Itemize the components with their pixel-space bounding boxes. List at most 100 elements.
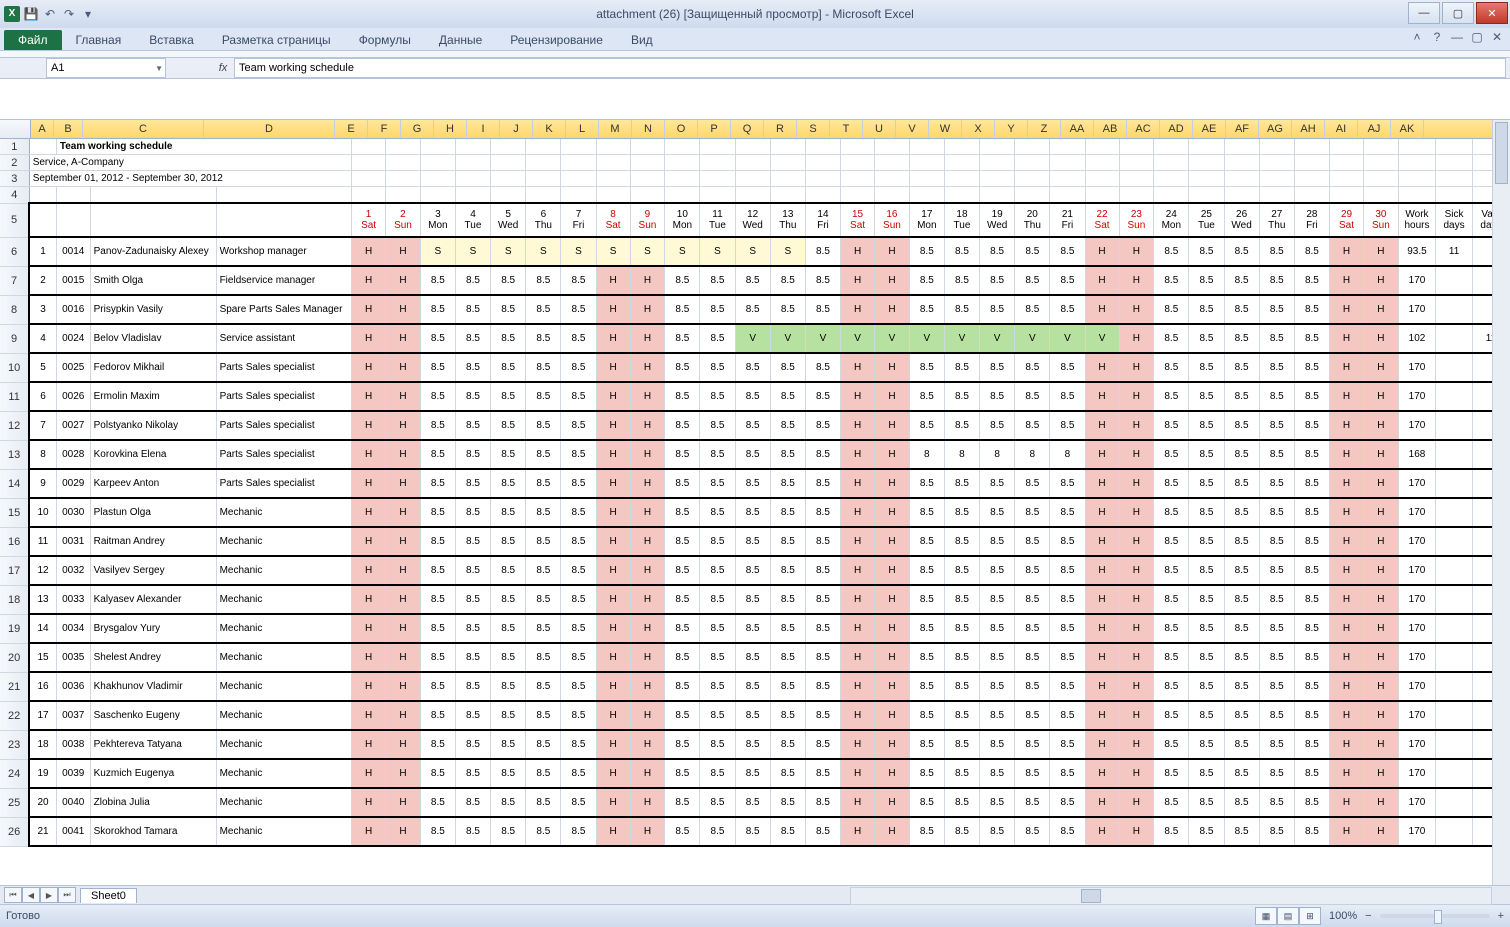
day-cell[interactable]: H <box>1364 643 1399 672</box>
day-cell[interactable]: 8.5 <box>420 440 455 469</box>
day-cell[interactable]: H <box>630 266 665 295</box>
day-cell[interactable]: 8 <box>1015 440 1050 469</box>
day-cell[interactable]: 8.5 <box>805 527 840 556</box>
day-cell[interactable]: 8.5 <box>420 324 455 353</box>
day-cell[interactable]: H <box>1329 585 1363 614</box>
day-cell[interactable]: 8.5 <box>980 585 1015 614</box>
day-cell[interactable]: 8.5 <box>1259 440 1294 469</box>
day-cell[interactable]: 8.5 <box>944 788 979 817</box>
day-cell[interactable]: H <box>841 527 875 556</box>
day-cell[interactable]: 8.5 <box>1294 614 1329 643</box>
day-cell[interactable]: H <box>841 788 875 817</box>
day-cell[interactable]: 8 <box>909 440 944 469</box>
day-cell[interactable]: 8.5 <box>420 411 455 440</box>
day-cell[interactable]: 8.5 <box>1294 527 1329 556</box>
day-cell[interactable]: 8.5 <box>1015 759 1050 788</box>
cell[interactable] <box>596 187 630 204</box>
cell[interactable] <box>420 187 455 204</box>
day-cell[interactable]: H <box>875 382 910 411</box>
day-cell[interactable]: H <box>386 585 421 614</box>
day-header[interactable]: 16Sun <box>875 203 910 237</box>
day-cell[interactable]: H <box>875 498 910 527</box>
emp-role[interactable]: Service assistant <box>216 324 351 353</box>
col-header[interactable]: G <box>401 120 434 138</box>
day-cell[interactable]: 8.5 <box>944 585 979 614</box>
emp-role[interactable]: Mechanic <box>216 788 351 817</box>
day-cell[interactable]: H <box>352 295 386 324</box>
tab-nav-last-icon[interactable]: ⏭ <box>58 887 76 903</box>
day-cell[interactable]: H <box>596 469 630 498</box>
col-header[interactable]: Z <box>1028 120 1061 138</box>
day-cell[interactable]: S <box>665 237 700 266</box>
day-cell[interactable]: H <box>386 614 421 643</box>
day-cell[interactable]: 8.5 <box>1259 324 1294 353</box>
emp-name[interactable]: Saschenko Eugeny <box>90 701 216 730</box>
cell[interactable] <box>1259 187 1294 204</box>
day-cell[interactable]: 8.5 <box>561 556 596 585</box>
day-cell[interactable]: H <box>1364 295 1399 324</box>
day-cell[interactable]: H <box>386 788 421 817</box>
cell[interactable] <box>841 187 875 204</box>
sick-days[interactable] <box>1436 701 1473 730</box>
cell[interactable] <box>700 155 735 171</box>
day-cell[interactable]: 8.5 <box>770 353 805 382</box>
cell[interactable] <box>455 187 490 204</box>
day-cell[interactable]: H <box>1085 643 1119 672</box>
cell[interactable] <box>1259 171 1294 187</box>
cell[interactable] <box>665 187 700 204</box>
day-cell[interactable]: 8.5 <box>770 469 805 498</box>
day-cell[interactable]: H <box>1085 730 1119 759</box>
day-header[interactable]: 4Tue <box>455 203 490 237</box>
day-cell[interactable]: 8.5 <box>980 701 1015 730</box>
day-cell[interactable]: H <box>841 266 875 295</box>
emp-role[interactable]: Fieldservice manager <box>216 266 351 295</box>
day-cell[interactable]: 8.5 <box>1259 382 1294 411</box>
col-header[interactable]: AA <box>1061 120 1094 138</box>
emp-id[interactable]: 0038 <box>56 730 90 759</box>
day-cell[interactable]: 8.5 <box>1294 730 1329 759</box>
cell[interactable] <box>1050 139 1085 155</box>
day-cell[interactable]: H <box>1364 788 1399 817</box>
day-cell[interactable]: H <box>875 556 910 585</box>
day-header[interactable]: 25Tue <box>1189 203 1224 237</box>
day-cell[interactable]: 8.5 <box>770 643 805 672</box>
day-cell[interactable]: 8.5 <box>1050 614 1085 643</box>
day-header[interactable]: 28Fri <box>1294 203 1329 237</box>
work-hours[interactable]: 170 <box>1398 498 1436 527</box>
day-cell[interactable]: 8.5 <box>1224 585 1259 614</box>
day-cell[interactable]: 8.5 <box>526 498 561 527</box>
day-cell[interactable]: H <box>1364 730 1399 759</box>
day-header[interactable]: 24Mon <box>1154 203 1189 237</box>
row-header[interactable]: 22 <box>0 701 29 730</box>
day-cell[interactable]: 8.5 <box>735 469 770 498</box>
day-cell[interactable]: 8.5 <box>1050 266 1085 295</box>
day-cell[interactable]: 8.5 <box>770 527 805 556</box>
day-cell[interactable]: 8.5 <box>491 353 526 382</box>
col-header[interactable]: L <box>566 120 599 138</box>
day-cell[interactable]: 8.5 <box>1189 556 1224 585</box>
day-cell[interactable]: H <box>1119 556 1154 585</box>
day-cell[interactable]: H <box>386 527 421 556</box>
summary-header[interactable]: Workhours <box>1398 203 1436 237</box>
day-cell[interactable]: 8.5 <box>735 585 770 614</box>
day-cell[interactable]: H <box>1329 498 1363 527</box>
day-cell[interactable]: 8.5 <box>909 237 944 266</box>
row-header[interactable]: 23 <box>0 730 29 759</box>
day-cell[interactable]: 8.5 <box>700 266 735 295</box>
day-cell[interactable]: 8.5 <box>735 411 770 440</box>
cell[interactable] <box>1436 171 1473 187</box>
period-cell[interactable]: September 01, 2012 - September 30, 2012 <box>29 171 351 187</box>
day-cell[interactable]: V <box>1050 324 1085 353</box>
work-hours[interactable]: 170 <box>1398 295 1436 324</box>
cell[interactable] <box>1398 139 1436 155</box>
day-cell[interactable]: H <box>841 411 875 440</box>
day-header[interactable]: 21Fri <box>1050 203 1085 237</box>
day-cell[interactable]: 8.5 <box>1259 643 1294 672</box>
day-cell[interactable]: 8.5 <box>1154 788 1189 817</box>
day-header[interactable]: 9Sun <box>630 203 665 237</box>
cell[interactable] <box>875 155 910 171</box>
cell[interactable] <box>665 155 700 171</box>
day-cell[interactable]: S <box>561 237 596 266</box>
day-cell[interactable]: 8.5 <box>420 527 455 556</box>
day-cell[interactable]: 8.5 <box>1189 527 1224 556</box>
